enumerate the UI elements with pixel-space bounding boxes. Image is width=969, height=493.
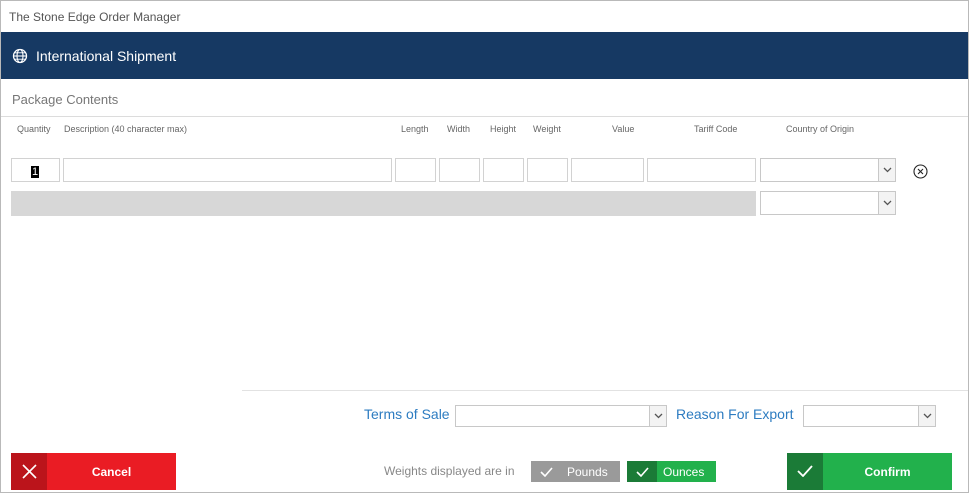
weights-label: Weights displayed are in — [384, 464, 515, 478]
dialog-header: International Shipment — [1, 32, 968, 79]
column-header-length: Length — [401, 124, 429, 134]
chevron-down-icon[interactable] — [878, 159, 895, 181]
confirm-button[interactable]: Confirm — [787, 453, 952, 490]
country-of-origin-select[interactable] — [760, 158, 896, 182]
dialog-title: International Shipment — [36, 48, 177, 64]
quantity-value: 1 — [31, 166, 40, 178]
column-header-description: Description (40 character max) — [64, 124, 188, 134]
confirm-label: Confirm — [864, 465, 911, 479]
column-header-country-of-origin: Country of Origin — [786, 124, 855, 134]
ounces-label: Ounces — [663, 465, 705, 479]
ounces-toggle[interactable]: Ounces — [627, 461, 716, 482]
chevron-down-icon[interactable] — [918, 406, 935, 426]
value-field[interactable] — [571, 158, 644, 182]
cancel-button[interactable]: Cancel — [11, 453, 176, 490]
width-field[interactable] — [439, 158, 480, 182]
reason-for-export-label: Reason For Export — [676, 406, 794, 422]
terms-of-sale-select[interactable] — [455, 405, 667, 427]
weight-field[interactable] — [527, 158, 568, 182]
chevron-down-icon[interactable] — [878, 192, 895, 214]
section-divider — [1, 116, 968, 117]
title-bar: The Stone Edge Order Manager — [1, 1, 968, 32]
column-header-quantity: Quantity — [17, 124, 51, 134]
window-title: The Stone Edge Order Manager — [9, 10, 181, 24]
cancel-label: Cancel — [91, 465, 132, 479]
footer-divider — [242, 390, 968, 391]
reason-for-export-select[interactable] — [803, 405, 936, 427]
remove-row-icon[interactable] — [913, 164, 928, 179]
order-manager-window: The Stone Edge Order Manager Internation… — [0, 0, 969, 493]
column-header-tariff-code: Tariff Code — [694, 124, 738, 134]
column-header-weight: Weight — [533, 124, 561, 134]
check-icon — [787, 453, 823, 490]
length-field[interactable] — [395, 158, 436, 182]
terms-of-sale-label: Terms of Sale — [364, 406, 450, 422]
tariff-code-field[interactable] — [647, 158, 756, 182]
quantity-field[interactable]: 1 — [11, 158, 60, 182]
description-field[interactable] — [63, 158, 392, 182]
pounds-toggle[interactable]: Pounds — [531, 461, 620, 482]
new-row-country-select[interactable] — [760, 191, 896, 215]
column-header-height: Height — [490, 124, 517, 134]
close-icon — [11, 453, 47, 490]
new-item-row[interactable] — [11, 191, 756, 216]
column-header-width: Width — [447, 124, 471, 134]
package-contents-label: Package Contents — [12, 92, 119, 107]
height-field[interactable] — [483, 158, 524, 182]
column-header-value: Value — [612, 124, 635, 134]
chevron-down-icon[interactable] — [649, 406, 666, 426]
pounds-label: Pounds — [567, 465, 608, 479]
globe-icon — [12, 48, 28, 64]
